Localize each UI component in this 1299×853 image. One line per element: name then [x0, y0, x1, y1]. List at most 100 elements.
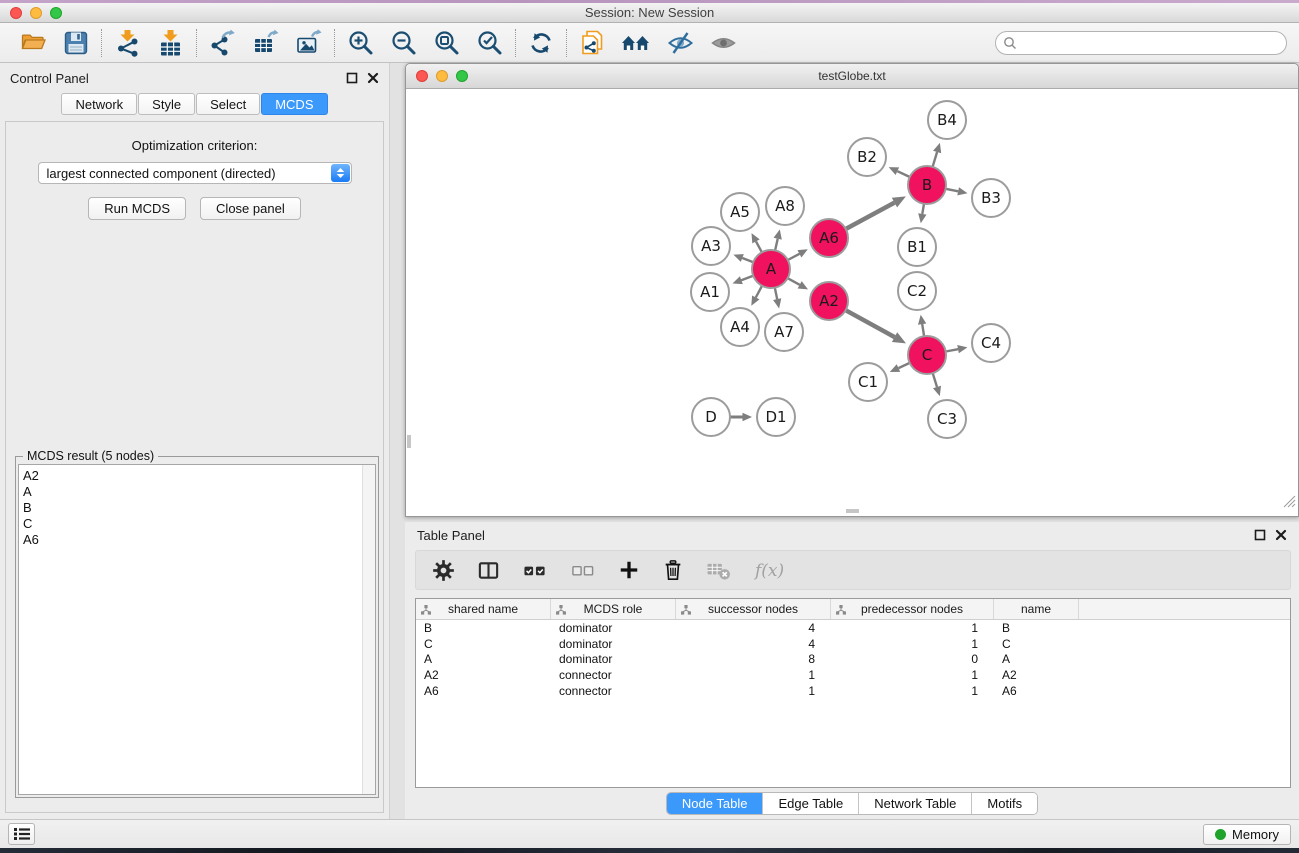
graph-node-A4[interactable]: A4: [721, 308, 759, 346]
float-table-panel-icon[interactable]: [1254, 529, 1266, 541]
graph-node-A2[interactable]: A2: [810, 282, 848, 320]
column-header-successor-nodes[interactable]: successor nodes: [676, 599, 831, 619]
mcds-result-item[interactable]: A6: [23, 532, 362, 548]
task-history-button[interactable]: [8, 823, 35, 845]
select-all-rows-icon[interactable]: [522, 559, 548, 582]
table-row[interactable]: Adominator80A: [416, 652, 1290, 668]
mcds-result-item[interactable]: B: [23, 500, 362, 516]
mcds-result-item[interactable]: A: [23, 484, 362, 500]
zoom-in-icon[interactable]: [347, 29, 374, 56]
memory-button[interactable]: Memory: [1203, 824, 1291, 845]
graph-edge-A-A8[interactable]: [775, 239, 778, 251]
export-table-icon[interactable]: [252, 29, 279, 56]
criterion-select[interactable]: largest connected component (directed): [38, 162, 352, 184]
canvas-vertical-scrollbar[interactable]: [407, 435, 411, 448]
graph-edge-B-B2[interactable]: [897, 171, 909, 177]
graph-node-C2[interactable]: C2: [898, 272, 936, 310]
graph-edge-C-C2[interactable]: [922, 324, 924, 336]
graph-edge-B-B3[interactable]: [946, 189, 959, 192]
show-hidden-icon[interactable]: [710, 30, 737, 56]
graph-edge-A-A5[interactable]: [756, 241, 762, 252]
network-close-button[interactable]: [416, 70, 428, 82]
graph-edge-A2-C[interactable]: [846, 310, 895, 337]
node-table[interactable]: shared nameMCDS rolesuccessor nodesprede…: [415, 598, 1291, 788]
zoom-out-icon[interactable]: [390, 29, 417, 56]
graph-node-A6[interactable]: A6: [810, 219, 848, 257]
graph-edge-C-C4[interactable]: [946, 349, 958, 351]
network-minimize-button[interactable]: [436, 70, 448, 82]
graph-node-D1[interactable]: D1: [757, 398, 795, 436]
open-file-icon[interactable]: [20, 29, 47, 56]
table-row[interactable]: A6connector11A6: [416, 683, 1290, 699]
tab-motifs[interactable]: Motifs: [972, 793, 1037, 814]
neighborhood-icon[interactable]: [621, 30, 651, 56]
table-row[interactable]: Cdominator41C: [416, 636, 1290, 652]
refresh-network-icon[interactable]: [528, 30, 554, 56]
graph-node-C4[interactable]: C4: [972, 324, 1010, 362]
add-column-icon[interactable]: [618, 559, 640, 581]
column-header-shared-name[interactable]: shared name: [416, 599, 551, 619]
panel-divider[interactable]: [390, 63, 405, 819]
graph-edge-A-A4[interactable]: [756, 286, 762, 298]
graph-node-C1[interactable]: C1: [849, 363, 887, 401]
graph-edge-A-A1[interactable]: [741, 276, 753, 281]
graph-node-A3[interactable]: A3: [692, 227, 730, 265]
graph-edge-B-B4[interactable]: [933, 152, 938, 167]
zoom-selected-icon[interactable]: [476, 29, 503, 56]
mcds-result-item[interactable]: C: [23, 516, 362, 532]
deselect-all-rows-icon[interactable]: [570, 559, 596, 582]
result-list-scrollbar[interactable]: [362, 465, 375, 794]
network-graph[interactable]: AA1A3A5A8A4A7A6A2BB1B2B3B4CC1C2C3C4DD1: [406, 89, 1298, 515]
graph-edge-C-C1[interactable]: [899, 363, 910, 368]
graph-node-B4[interactable]: B4: [928, 101, 966, 139]
run-mcds-button[interactable]: Run MCDS: [88, 197, 186, 220]
network-canvas[interactable]: AA1A3A5A8A4A7A6A2BB1B2B3B4CC1C2C3C4DD1: [406, 89, 1298, 515]
network-maximize-button[interactable]: [456, 70, 468, 82]
graph-edge-A-A6[interactable]: [788, 254, 800, 260]
search-input[interactable]: [995, 31, 1287, 55]
close-panel-icon[interactable]: [367, 72, 379, 84]
tab-network-table[interactable]: Network Table: [859, 793, 972, 814]
graph-node-A[interactable]: A: [752, 250, 790, 288]
graph-node-A1[interactable]: A1: [691, 273, 729, 311]
graph-node-C3[interactable]: C3: [928, 400, 966, 438]
graph-node-B1[interactable]: B1: [898, 228, 936, 266]
table-row[interactable]: Bdominator41B: [416, 620, 1290, 636]
graph-edge-A-A3[interactable]: [742, 258, 753, 262]
hide-unselected-icon[interactable]: [667, 30, 694, 56]
graph-node-A5[interactable]: A5: [721, 193, 759, 231]
column-header-predecessor-nodes[interactable]: predecessor nodes: [831, 599, 994, 619]
graph-node-D[interactable]: D: [692, 398, 730, 436]
graph-node-A8[interactable]: A8: [766, 187, 804, 225]
maximize-window-button[interactable]: [50, 7, 62, 19]
clone-network-icon[interactable]: [579, 29, 605, 56]
delete-column-icon[interactable]: [662, 559, 684, 582]
mcds-result-list[interactable]: A2ABCA6: [18, 464, 376, 795]
import-network-icon[interactable]: [114, 29, 141, 57]
graph-edge-A-A2[interactable]: [788, 278, 800, 285]
close-window-button[interactable]: [10, 7, 22, 19]
window-resize-grip[interactable]: [1283, 495, 1296, 513]
tab-node-table[interactable]: Node Table: [667, 793, 764, 814]
close-panel-button[interactable]: Close panel: [200, 197, 301, 220]
tab-edge-table[interactable]: Edge Table: [763, 793, 859, 814]
table-row[interactable]: A2connector11A2: [416, 667, 1290, 683]
graph-node-B2[interactable]: B2: [848, 138, 886, 176]
graph-node-B[interactable]: B: [908, 166, 946, 204]
tab-select[interactable]: Select: [196, 93, 260, 115]
export-network-icon[interactable]: [209, 29, 236, 56]
column-header-name[interactable]: name: [994, 599, 1079, 619]
export-image-icon[interactable]: [295, 29, 322, 56]
save-session-icon[interactable]: [63, 30, 89, 56]
graph-node-A7[interactable]: A7: [765, 313, 803, 351]
split-panel-icon[interactable]: [477, 559, 500, 582]
import-table-icon[interactable]: [157, 29, 184, 57]
tab-mcds[interactable]: MCDS: [261, 93, 327, 115]
canvas-horizontal-scrollbar[interactable]: [846, 509, 859, 513]
minimize-window-button[interactable]: [30, 7, 42, 19]
graph-edge-A-A7[interactable]: [775, 288, 777, 300]
graph-node-C[interactable]: C: [908, 336, 946, 374]
column-header-mcds-role[interactable]: MCDS role: [551, 599, 676, 619]
float-panel-icon[interactable]: [346, 72, 358, 84]
graph-edge-A6-B[interactable]: [846, 203, 895, 229]
